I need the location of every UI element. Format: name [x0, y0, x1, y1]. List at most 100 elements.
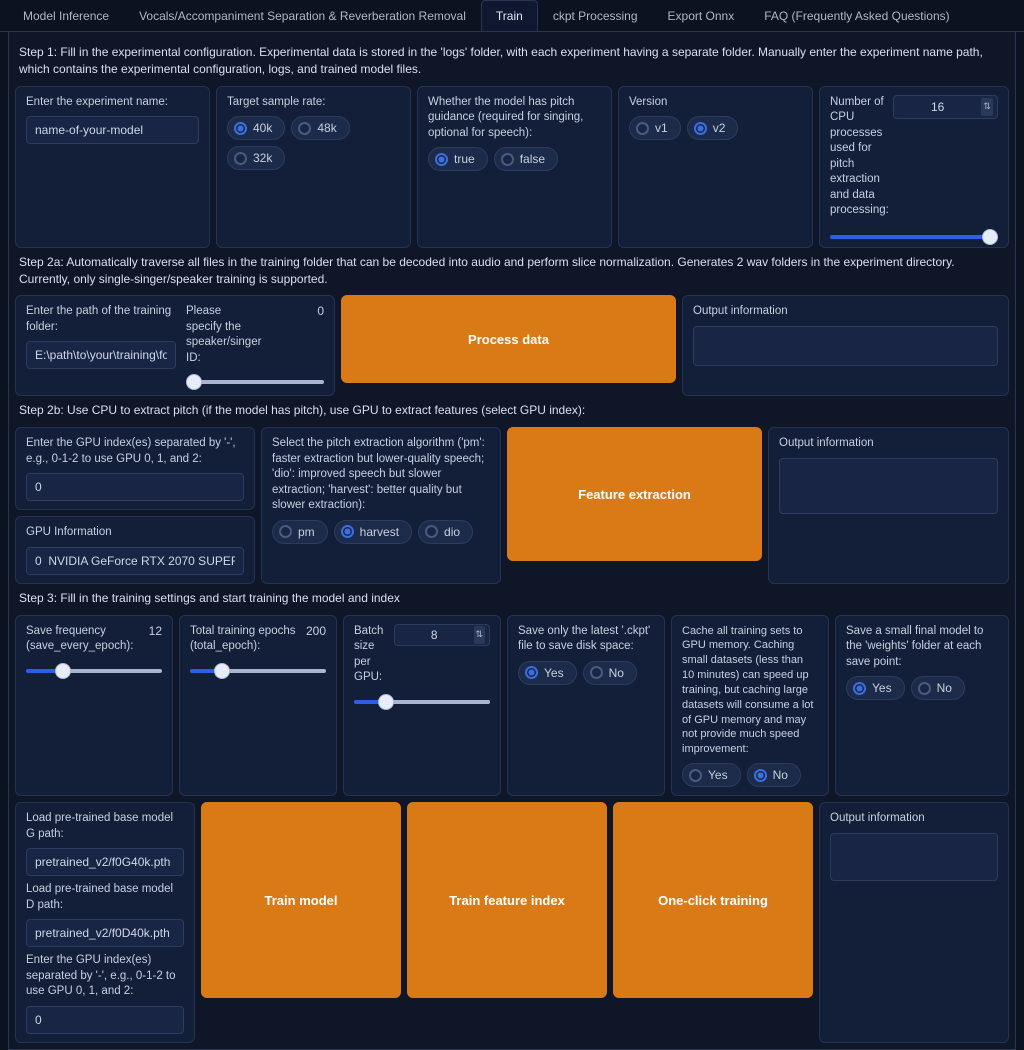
gpu-info-input[interactable]	[26, 547, 244, 575]
training-path-panel: Enter the path of the training folder: P…	[15, 295, 335, 396]
batch-numbox[interactable]: ⇅	[394, 624, 490, 646]
save-freq-slider[interactable]	[26, 669, 162, 673]
experiment-name-panel: Enter the experiment name:	[15, 86, 210, 248]
version-panel: Version v1 v2	[618, 86, 813, 248]
output-info-label-2b: Output information	[779, 436, 998, 452]
radio-dot-icon	[234, 152, 247, 165]
output-info-textarea-2a[interactable]	[693, 326, 998, 366]
feature-extraction-button[interactable]: Feature extraction	[507, 427, 762, 561]
radio-dot-icon	[341, 525, 354, 538]
speaker-id-value: 0	[317, 304, 324, 318]
radio-small-yes[interactable]: Yes	[846, 676, 905, 700]
radio-harvest[interactable]: harvest	[334, 520, 412, 544]
output-info-textarea-3[interactable]	[830, 833, 998, 881]
sample-rate-label: Target sample rate:	[227, 95, 400, 111]
experiment-name-label: Enter the experiment name:	[26, 95, 199, 111]
one-click-training-button[interactable]: One-click training	[613, 802, 813, 998]
gpu-index-panel: Enter the GPU index(es) separated by '-'…	[15, 427, 255, 510]
cpu-processes-input[interactable]	[898, 100, 977, 114]
training-path-input[interactable]	[26, 341, 176, 369]
batch-slider[interactable]	[354, 700, 490, 704]
radio-dot-icon	[636, 122, 649, 135]
output-info-panel-3: Output information	[819, 802, 1009, 1043]
radio-dot-icon	[298, 122, 311, 135]
pretrained-panel: Load pre-trained base model G path: Load…	[15, 802, 195, 1043]
process-data-button[interactable]: Process data	[341, 295, 676, 383]
epochs-slider[interactable]	[190, 669, 326, 673]
tab-faq[interactable]: FAQ (Frequently Asked Questions)	[749, 0, 964, 31]
sample-rate-panel: Target sample rate: 40k 48k 32k	[216, 86, 411, 248]
save-latest-label: Save only the latest '.ckpt' file to sav…	[518, 624, 654, 655]
batch-input[interactable]	[399, 628, 470, 642]
radio-dot-icon	[694, 122, 707, 135]
g-path-label: Load pre-trained base model G path:	[26, 811, 184, 842]
train-model-button[interactable]: Train model	[201, 802, 401, 998]
radio-cache-yes[interactable]: Yes	[682, 763, 741, 787]
tab-train[interactable]: Train	[481, 0, 538, 31]
gpu-index-label: Enter the GPU index(es) separated by '-'…	[26, 436, 244, 467]
radio-dio[interactable]: dio	[418, 520, 473, 544]
slider-thumb-icon	[982, 229, 998, 245]
d-path-input[interactable]	[26, 919, 184, 947]
cpu-processes-label: Number of CPU processes used for pitch e…	[830, 95, 885, 219]
experiment-name-input[interactable]	[26, 116, 199, 144]
radio-latest-yes[interactable]: Yes	[518, 661, 577, 685]
gpu-info-panel: GPU Information	[15, 516, 255, 584]
radio-pitch-true[interactable]: true	[428, 147, 488, 171]
pitch-algo-panel: Select the pitch extraction algorithm ('…	[261, 427, 501, 584]
radio-dot-icon	[853, 682, 866, 695]
radio-pitch-false[interactable]: false	[494, 147, 558, 171]
g-path-input[interactable]	[26, 848, 184, 876]
cpu-processes-numbox[interactable]: ⇅	[893, 95, 998, 119]
d-path-label: Load pre-trained base model D path:	[26, 882, 184, 913]
radio-v2[interactable]: v2	[687, 116, 739, 140]
version-label: Version	[629, 95, 802, 111]
gpu-index-input[interactable]	[26, 473, 244, 501]
radio-dot-icon	[234, 122, 247, 135]
radio-dot-icon	[918, 682, 931, 695]
gpu2-input[interactable]	[26, 1006, 184, 1034]
output-info-label-3: Output information	[830, 811, 998, 827]
radio-dot-icon	[689, 769, 702, 782]
training-path-label: Enter the path of the training folder:	[26, 304, 176, 335]
radio-cache-no[interactable]: No	[747, 763, 801, 787]
step2b-text: Step 2b: Use CPU to extract pitch (if th…	[15, 396, 1009, 427]
step2a-text: Step 2a: Automatically traverse all file…	[15, 248, 1009, 296]
radio-latest-no[interactable]: No	[583, 661, 637, 685]
cpu-processes-slider[interactable]	[830, 235, 998, 239]
train-page: Step 1: Fill in the experimental configu…	[8, 32, 1016, 1050]
pitch-guidance-label: Whether the model has pitch guidance (re…	[428, 95, 601, 142]
gpu-info-label: GPU Information	[26, 525, 244, 541]
tab-model-inference[interactable]: Model Inference	[8, 0, 124, 31]
radio-pm[interactable]: pm	[272, 520, 328, 544]
speaker-id-label: Please specify the speaker/singer ID:	[186, 304, 256, 366]
save-freq-label: Save frequency (save_every_epoch):	[26, 624, 149, 655]
gpu2-label: Enter the GPU index(es) separated by '-'…	[26, 953, 184, 1000]
radio-dot-icon	[425, 525, 438, 538]
output-info-textarea-2b[interactable]	[779, 458, 998, 514]
output-info-label-2a: Output information	[693, 304, 998, 320]
tab-ckpt-processing[interactable]: ckpt Processing	[538, 0, 653, 31]
save-small-label: Save a small final model to the 'weights…	[846, 624, 998, 671]
batch-panel: Batch size per GPU: ⇅	[343, 615, 501, 797]
radio-32k[interactable]: 32k	[227, 146, 285, 170]
output-info-panel-2a: Output information	[682, 295, 1009, 396]
radio-40k[interactable]: 40k	[227, 116, 285, 140]
radio-dot-icon	[754, 769, 767, 782]
pitch-algo-label: Select the pitch extraction algorithm ('…	[272, 436, 490, 514]
tab-bar: Model Inference Vocals/Accompaniment Sep…	[0, 0, 1024, 32]
radio-small-no[interactable]: No	[911, 676, 965, 700]
radio-48k[interactable]: 48k	[291, 116, 349, 140]
epochs-panel: Total training epochs (total_epoch):200	[179, 615, 337, 797]
save-freq-value: 12	[149, 624, 162, 638]
stepper-icon[interactable]: ⇅	[474, 626, 485, 644]
radio-dot-icon	[435, 153, 448, 166]
train-feature-index-button[interactable]: Train feature index	[407, 802, 607, 998]
tab-export-onnx[interactable]: Export Onnx	[653, 0, 750, 31]
cpu-processes-panel: Number of CPU processes used for pitch e…	[819, 86, 1009, 248]
stepper-icon[interactable]: ⇅	[981, 98, 993, 116]
speaker-id-slider[interactable]	[186, 380, 324, 384]
radio-v1[interactable]: v1	[629, 116, 681, 140]
output-info-panel-2b: Output information	[768, 427, 1009, 584]
tab-vocals-separation[interactable]: Vocals/Accompaniment Separation & Reverb…	[124, 0, 481, 31]
